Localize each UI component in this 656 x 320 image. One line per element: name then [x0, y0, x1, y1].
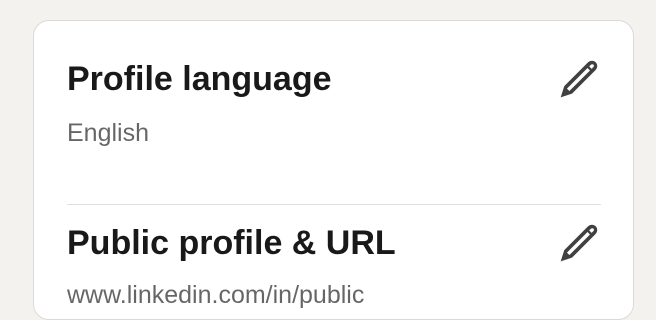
profile-language-value: English: [67, 119, 149, 147]
section-divider: [67, 204, 601, 205]
profile-language-title: Profile language: [67, 60, 332, 98]
public-profile-title: Public profile & URL: [67, 224, 396, 262]
public-profile-url: www.linkedin.com/in/public: [67, 281, 365, 309]
settings-card: Profile language English Public profile …: [33, 20, 634, 320]
edit-profile-language-button[interactable]: [557, 57, 601, 101]
pencil-icon: [560, 60, 598, 98]
edit-public-profile-button[interactable]: [557, 221, 601, 265]
public-profile-section: Public profile & URL www.linkedin.com/in…: [67, 219, 601, 313]
pencil-icon: [560, 224, 598, 262]
profile-language-section: Profile language English: [67, 55, 601, 151]
